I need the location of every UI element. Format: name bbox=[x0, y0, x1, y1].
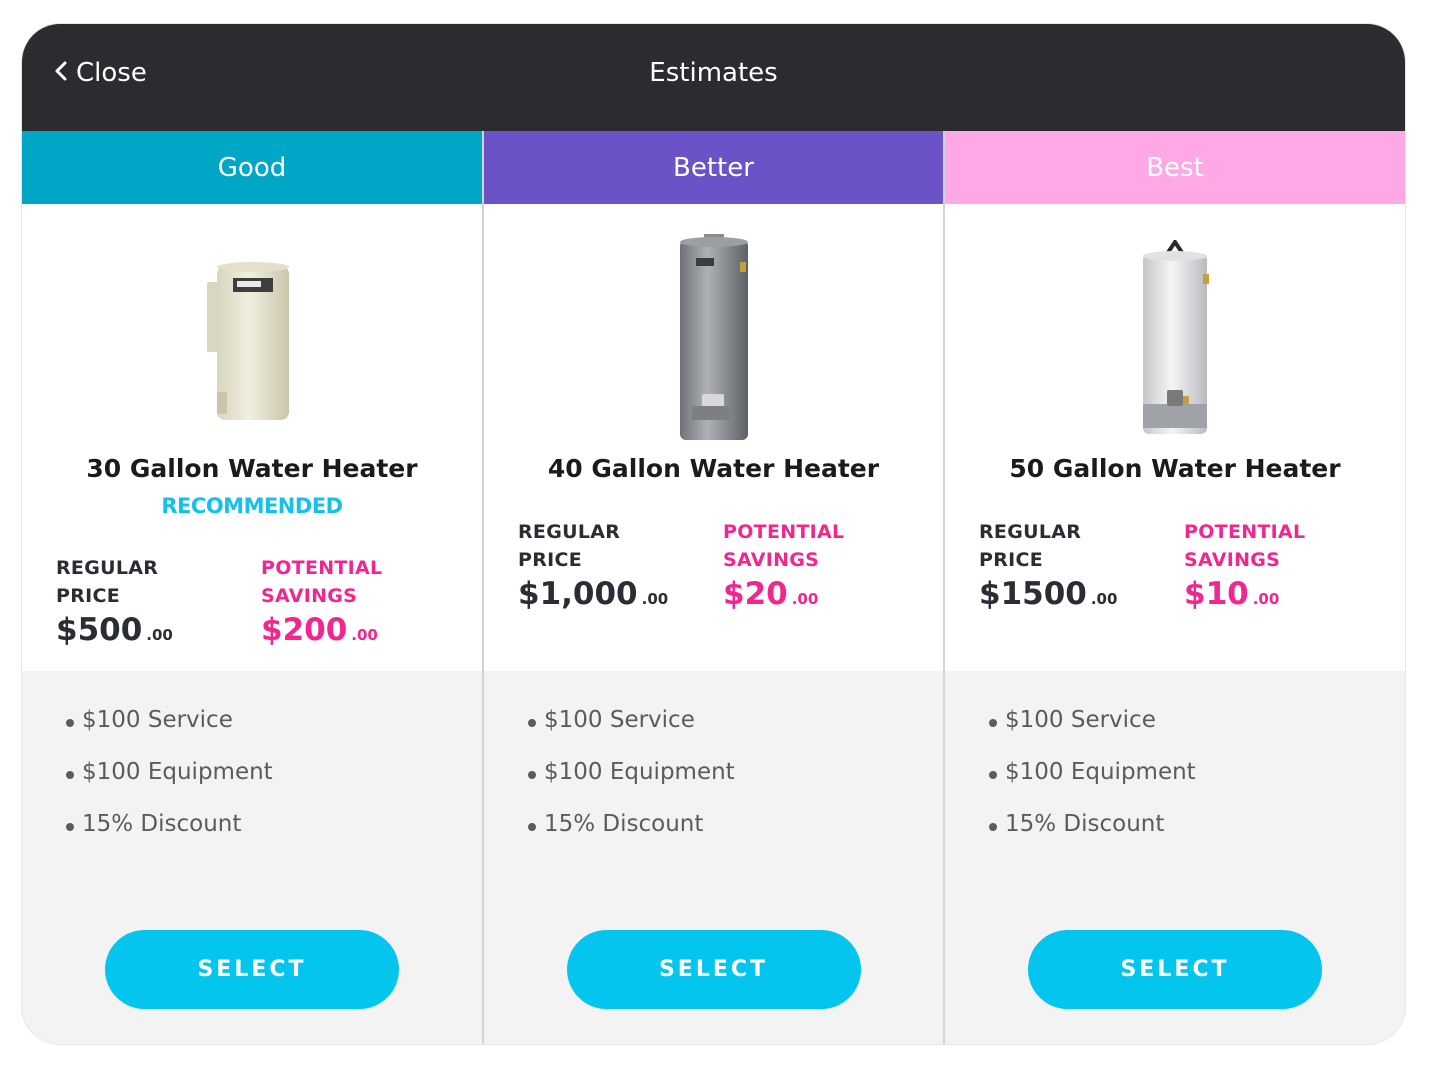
feature-item: $100 Service bbox=[985, 707, 1196, 759]
bullet-icon bbox=[66, 771, 74, 779]
regular-price-cents: .00 bbox=[146, 626, 173, 644]
product-name: 30 Gallon Water Heater bbox=[86, 454, 418, 483]
select-button-best[interactable]: SELECT bbox=[1028, 930, 1322, 1009]
tier-columns: Good 30 Gallon Water Heater RECOMMENDED … bbox=[22, 131, 1405, 1044]
regular-price-label-1: REGULAR bbox=[56, 557, 159, 579]
select-button-good[interactable]: SELECT bbox=[105, 930, 399, 1009]
feature-text: 15% Discount bbox=[544, 811, 704, 837]
tier-header-best: Best bbox=[945, 131, 1405, 204]
product-name: 40 Gallon Water Heater bbox=[547, 454, 880, 483]
regular-price-value: $500.00 bbox=[56, 612, 236, 648]
savings-label-2: SAVINGS bbox=[261, 585, 358, 607]
feature-text: $100 Equipment bbox=[544, 759, 735, 785]
feature-item: 15% Discount bbox=[62, 811, 273, 863]
potential-savings-block: POTENTIAL SAVINGS $200.00 bbox=[261, 554, 441, 648]
bullet-icon bbox=[66, 823, 74, 831]
bullet-icon bbox=[66, 719, 74, 727]
savings-value: $20.00 bbox=[723, 576, 903, 612]
regular-price-amount: $500 bbox=[56, 612, 143, 648]
feature-item: $100 Service bbox=[62, 707, 273, 759]
savings-value: $200.00 bbox=[261, 612, 441, 648]
savings-cents: .00 bbox=[351, 626, 378, 644]
savings-label-1: POTENTIAL bbox=[723, 521, 845, 543]
regular-price-block: REGULAR PRICE $500.00 bbox=[56, 554, 236, 648]
feature-list: $100 Service $100 Equipment 15% Discount bbox=[985, 707, 1196, 863]
regular-price-label-2: PRICE bbox=[979, 549, 1044, 571]
recommended-badge: RECOMMENDED bbox=[161, 494, 343, 518]
tier-column-good: Good 30 Gallon Water Heater RECOMMENDED … bbox=[22, 131, 482, 1044]
product-name: 50 Gallon Water Heater bbox=[1009, 454, 1341, 483]
feature-item: 15% Discount bbox=[524, 811, 735, 863]
regular-price-label-1: REGULAR bbox=[979, 521, 1082, 543]
regular-price-cents: .00 bbox=[641, 590, 669, 608]
feature-item: $100 Equipment bbox=[524, 759, 735, 811]
feature-text: $100 Service bbox=[1005, 707, 1156, 733]
regular-price-label-2: PRICE bbox=[56, 585, 121, 607]
bullet-icon bbox=[989, 823, 997, 831]
tier-header-good: Good bbox=[22, 131, 482, 204]
product-card: 50 Gallon Water Heater REGULAR PRICE $15… bbox=[945, 204, 1405, 671]
savings-label-2: SAVINGS bbox=[1184, 549, 1281, 571]
feature-text: $100 Service bbox=[82, 707, 233, 733]
regular-price-amount: $1500 bbox=[979, 576, 1087, 612]
savings-label-1: POTENTIAL bbox=[1184, 521, 1306, 543]
product-card: 40 Gallon Water Heater REGULAR PRICE $1,… bbox=[484, 204, 943, 671]
select-button-better[interactable]: SELECT bbox=[566, 930, 861, 1009]
bullet-icon bbox=[989, 771, 997, 779]
savings-cents: .00 bbox=[791, 590, 819, 608]
tier-header-better: Better bbox=[484, 131, 943, 204]
feature-list: $100 Service $100 Equipment 15% Discount bbox=[62, 707, 273, 863]
feature-item: $100 Equipment bbox=[62, 759, 273, 811]
regular-price-cents: .00 bbox=[1090, 590, 1118, 608]
regular-price-value: $1500.00 bbox=[979, 576, 1159, 612]
regular-price-amount: $1,000 bbox=[518, 576, 638, 612]
feature-text: 15% Discount bbox=[1005, 811, 1165, 837]
feature-text: $100 Equipment bbox=[82, 759, 273, 785]
water-heater-40-gallon-image bbox=[679, 234, 748, 440]
savings-amount: $10 bbox=[1184, 576, 1249, 612]
features-panel: $100 Service $100 Equipment 15% Discount… bbox=[484, 671, 943, 1044]
features-panel: $100 Service $100 Equipment 15% Discount… bbox=[945, 671, 1405, 1044]
potential-savings-block: POTENTIAL SAVINGS $20.00 bbox=[723, 518, 903, 612]
savings-amount: $20 bbox=[723, 576, 788, 612]
regular-price-block: REGULAR PRICE $1,000.00 bbox=[518, 518, 698, 612]
regular-price-block: REGULAR PRICE $1500.00 bbox=[979, 518, 1159, 612]
savings-label-2: SAVINGS bbox=[723, 549, 820, 571]
feature-item: 15% Discount bbox=[985, 811, 1196, 863]
tier-column-best: Best 50 Gallon Water Heater REGULAR PRIC… bbox=[943, 131, 1405, 1044]
savings-cents: .00 bbox=[1252, 590, 1280, 608]
water-heater-50-gallon-image bbox=[1143, 240, 1209, 434]
page-title: Estimates bbox=[649, 58, 778, 88]
potential-savings-block: POTENTIAL SAVINGS $10.00 bbox=[1184, 518, 1364, 612]
savings-amount: $200 bbox=[261, 612, 348, 648]
tier-column-better: Better 40 Gallon Water Heater REGULAR PR… bbox=[482, 131, 943, 1044]
regular-price-label-1: REGULAR bbox=[518, 521, 621, 543]
bullet-icon bbox=[528, 771, 536, 779]
feature-text: $100 Service bbox=[544, 707, 695, 733]
bullet-icon bbox=[989, 719, 997, 727]
feature-item: $100 Service bbox=[524, 707, 735, 759]
water-heater-30-gallon-image bbox=[207, 262, 289, 420]
bullet-icon bbox=[528, 823, 536, 831]
top-bar: Close Estimates bbox=[22, 24, 1405, 131]
feature-item: $100 Equipment bbox=[985, 759, 1196, 811]
features-panel: $100 Service $100 Equipment 15% Discount… bbox=[22, 671, 482, 1044]
product-card: 30 Gallon Water Heater RECOMMENDED REGUL… bbox=[22, 204, 482, 671]
bullet-icon bbox=[528, 719, 536, 727]
feature-text: 15% Discount bbox=[82, 811, 242, 837]
regular-price-label-2: PRICE bbox=[518, 549, 583, 571]
regular-price-value: $1,000.00 bbox=[518, 576, 698, 612]
savings-value: $10.00 bbox=[1184, 576, 1364, 612]
estimates-modal: Close Estimates Good 30 Gallon Water Hea… bbox=[22, 24, 1405, 1044]
feature-list: $100 Service $100 Equipment 15% Discount bbox=[524, 707, 735, 863]
savings-label-1: POTENTIAL bbox=[261, 557, 383, 579]
feature-text: $100 Equipment bbox=[1005, 759, 1196, 785]
